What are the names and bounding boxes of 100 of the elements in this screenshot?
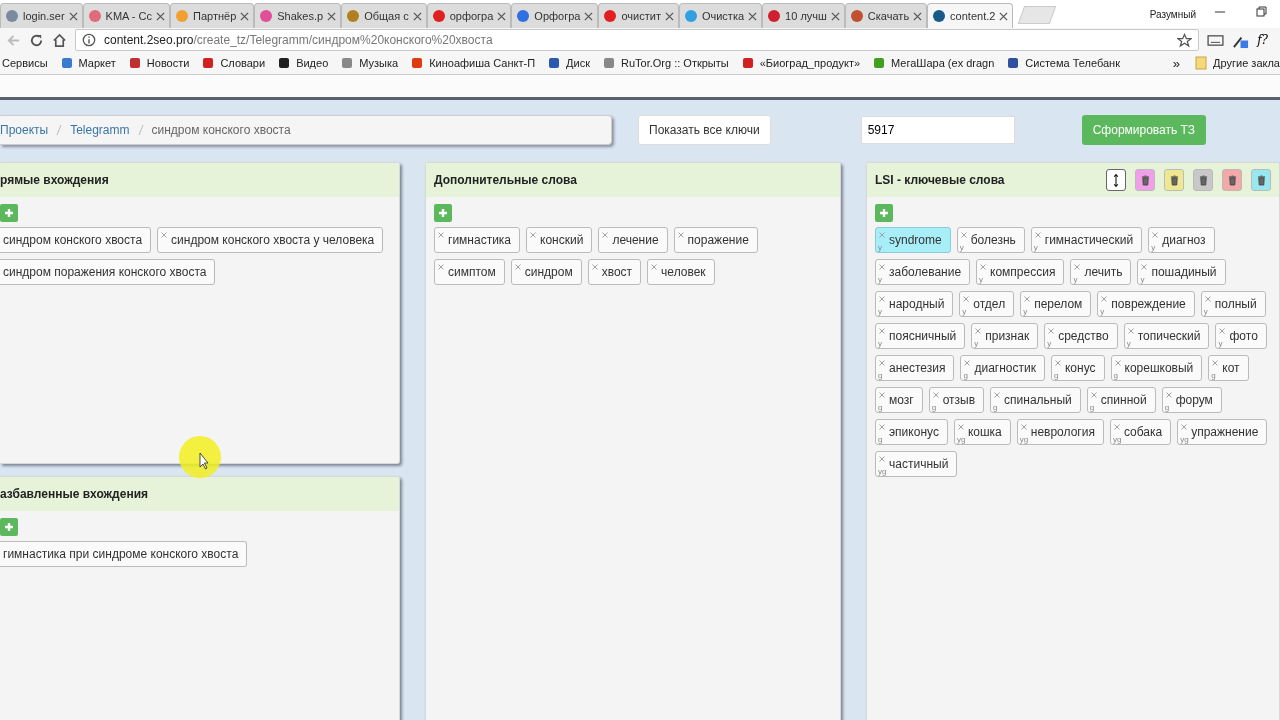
count-field[interactable]: 5917 — [860, 116, 1015, 144]
keyword-tag[interactable]: yg неврология — [1016, 419, 1104, 445]
add-button[interactable] — [0, 518, 18, 536]
keyword-tag[interactable]: y компрессия — [976, 259, 1065, 285]
remove-icon[interactable] — [879, 392, 885, 398]
delete-button[interactable] — [1164, 169, 1184, 191]
keyword-tag[interactable]: синдром конского хвоста — [0, 227, 152, 253]
close-icon[interactable] — [240, 11, 250, 21]
keyword-tag[interactable]: лечение — [598, 227, 668, 253]
browser-tab[interactable]: орфогра — [426, 3, 512, 28]
remove-icon[interactable] — [879, 264, 885, 270]
breadcrumb-link[interactable]: Проекты — [0, 123, 49, 137]
bookmark-item[interactable]: Система Телебанк — [1006, 56, 1120, 70]
keyword-tag[interactable]: y фото — [1215, 323, 1267, 349]
keyword-tag[interactable]: g мозг — [875, 387, 923, 413]
bookmark-item[interactable]: Сервисы — [2, 57, 48, 69]
keyword-tag[interactable]: y поясничный — [875, 323, 966, 349]
keyword-tag[interactable]: синдром поражения конского хвоста — [0, 259, 216, 285]
keyword-tag[interactable]: человек — [647, 259, 715, 285]
keyword-tag[interactable]: y народный — [875, 291, 954, 317]
remove-icon[interactable] — [1024, 296, 1031, 302]
remove-icon[interactable] — [879, 360, 885, 366]
bookmark-item[interactable]: Словари — [201, 56, 266, 70]
bookmark-item[interactable]: МегаШара (ex dragn — [872, 56, 995, 70]
remove-icon[interactable] — [1054, 360, 1061, 366]
browser-tab[interactable]: 10 лучш — [762, 3, 845, 28]
keyword-tag[interactable]: g форум — [1161, 387, 1222, 413]
close-icon[interactable] — [913, 11, 923, 21]
remove-icon[interactable] — [879, 456, 885, 462]
remove-icon[interactable] — [1181, 424, 1188, 430]
keyword-tag[interactable]: y полный — [1200, 291, 1266, 317]
bookmark-item[interactable]: Диск — [547, 56, 590, 70]
remove-icon[interactable] — [994, 392, 1001, 398]
remove-icon[interactable] — [1074, 264, 1081, 270]
delete-button[interactable] — [1135, 169, 1155, 191]
remove-icon[interactable] — [1101, 296, 1108, 302]
close-icon[interactable] — [327, 11, 337, 21]
keyword-tag[interactable]: y гимнастический — [1030, 227, 1143, 253]
remove-icon[interactable] — [879, 232, 885, 238]
remove-icon[interactable] — [963, 296, 970, 302]
remove-icon[interactable] — [1219, 328, 1226, 334]
add-button[interactable] — [875, 204, 893, 222]
remove-icon[interactable] — [879, 296, 885, 302]
remove-icon[interactable] — [1114, 360, 1121, 366]
browser-tab[interactable]: Общая с — [341, 3, 427, 28]
close-icon[interactable] — [664, 11, 674, 21]
close-icon[interactable] — [412, 11, 422, 21]
new-tab-button[interactable] — [1018, 6, 1057, 24]
restore-icon[interactable] — [1256, 6, 1268, 18]
address-bar[interactable]: content.2seo.pro/create_tz/Telegramm/синдром%20конского%20хвоста — [75, 29, 1200, 51]
browser-tab[interactable]: Shakes.p — [254, 3, 342, 28]
keyword-tag[interactable]: y средство — [1044, 323, 1118, 349]
keyword-tag[interactable]: yg кошка — [953, 419, 1011, 445]
keyword-tag[interactable]: g корешковый — [1110, 355, 1203, 381]
browser-tab[interactable]: Орфогра — [511, 3, 599, 28]
keyword-tag[interactable]: g эпиконус — [875, 419, 948, 445]
remove-icon[interactable] — [514, 264, 521, 270]
extension-button[interactable]: f? — [1257, 33, 1274, 47]
remove-icon[interactable] — [1090, 392, 1097, 398]
bookmark-item[interactable]: RuTor.Org :: Открыты — [602, 56, 729, 70]
remove-icon[interactable] — [602, 232, 609, 238]
keyword-tag[interactable]: y топический — [1123, 323, 1210, 349]
bookmark-item[interactable]: Новости — [127, 56, 190, 70]
remove-icon[interactable] — [964, 360, 971, 366]
remove-icon[interactable] — [932, 392, 939, 398]
keyword-tag[interactable]: g конус — [1050, 355, 1105, 381]
keyword-tag[interactable]: y лечить — [1070, 259, 1132, 285]
remove-icon[interactable] — [960, 232, 967, 238]
breadcrumb-link[interactable]: Telegramm — [70, 123, 130, 137]
other-bookmarks-folder[interactable]: Другие закла — [1194, 56, 1280, 70]
keyword-tag[interactable]: y повреждение — [1097, 291, 1195, 317]
keyword-tag[interactable]: y заболевание — [875, 259, 971, 285]
remove-icon[interactable] — [1165, 392, 1172, 398]
sort-button[interactable] — [1106, 169, 1126, 191]
remove-icon[interactable] — [1212, 360, 1219, 366]
remove-icon[interactable] — [975, 328, 982, 334]
keyword-tag[interactable]: yg собака — [1109, 419, 1172, 445]
keyword-tag[interactable]: g анестезия — [875, 355, 955, 381]
keyword-tag[interactable]: g диагностик — [960, 355, 1045, 381]
bookmark-item[interactable]: Киноафиша Санкт-П — [410, 56, 536, 70]
bookmark-item[interactable]: Видео — [277, 56, 329, 70]
keyword-tag[interactable]: y диагноз — [1148, 227, 1215, 253]
remove-icon[interactable] — [591, 264, 598, 270]
browser-tab[interactable]: Партнёр — [170, 3, 255, 28]
browser-tab[interactable]: очистит — [598, 3, 679, 28]
keyword-tag[interactable]: поражение — [673, 227, 758, 253]
remove-icon[interactable] — [879, 328, 885, 334]
keyword-tag[interactable]: y syndrome — [875, 227, 951, 253]
keyword-tag[interactable]: гимнастика — [434, 227, 521, 253]
bookmark-item[interactable]: «Биоград_продукт» — [740, 56, 861, 70]
remove-icon[interactable] — [1152, 232, 1159, 238]
remove-icon[interactable] — [1204, 296, 1211, 302]
keyword-tag[interactable]: хвост — [587, 259, 642, 285]
keyword-tag[interactable]: гимнастика при синдроме конского хвоста — [0, 541, 248, 567]
reader-icon[interactable] — [1207, 33, 1225, 47]
browser-tab[interactable]: login.ser — [0, 3, 83, 28]
keyword-tag[interactable]: g отзыв — [928, 387, 985, 413]
reload-icon[interactable] — [29, 32, 44, 48]
remove-icon[interactable] — [1034, 232, 1041, 238]
close-icon[interactable] — [68, 11, 78, 21]
